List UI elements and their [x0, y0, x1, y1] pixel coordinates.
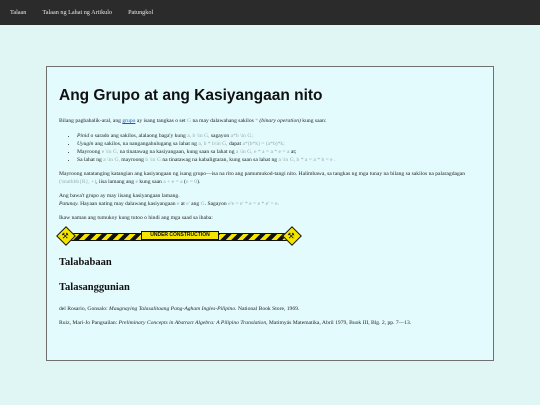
- construction-sign-icon: [282, 225, 302, 246]
- exercise-paragraph: Ikaw naman ang tumukoy kung tutoo o hind…: [59, 215, 213, 222]
- nav-patungkol[interactable]: Patungkol: [128, 9, 153, 16]
- intro-paragraph: Bilang pagbabalik-aral, ang grupo ay isa…: [59, 118, 327, 125]
- under-construction-label: UNDER CONSTRUCTION: [141, 230, 219, 240]
- list-item: Pinid o sarado ang sakilos, alalaong bag…: [77, 132, 481, 140]
- identity-paragraph: Mayroong natatanging katangian ang kasiy…: [59, 171, 466, 186]
- nav-talaan[interactable]: Talaan: [10, 9, 26, 16]
- math-inline: *: [255, 118, 259, 125]
- nav-talaan-ng-lahat[interactable]: Talaan ng Lahat ng Artikulo: [42, 9, 112, 16]
- page-title: Ang Grupo at ang Kasiyangaan nito: [59, 87, 323, 104]
- list-item: Uyugin ang sakilos, na nangangahulugang …: [77, 140, 481, 148]
- construction-sign-icon: [56, 225, 76, 246]
- group-axioms-list: Pinid o sarado ang sakilos, alalaong bag…: [59, 132, 481, 164]
- grupo-link[interactable]: grupo: [122, 118, 135, 124]
- theorem-paragraph: Ang bawa't grupo ay may iisang kasiyanga…: [59, 193, 279, 208]
- list-item: Sa lahat ng a \in G, mayroong b \in G na…: [77, 156, 481, 164]
- heading-talababaan: Talababaan: [59, 256, 112, 268]
- heading-talasanggunian: Talasanggunian: [59, 281, 130, 293]
- reference-item: Ruiz, Mari-Jo Pangsailan: Preliminary Co…: [59, 320, 412, 327]
- reference-item: del Rosario, Gonsalo: Maugnaying Talasal…: [59, 306, 300, 312]
- top-navbar: Talaan Talaan ng Lahat ng Artikulo Patun…: [0, 0, 540, 25]
- article-content: Ang Grupo at ang Kasiyangaan nito Bilang…: [46, 66, 494, 361]
- list-item: Mayroong e \in G, na tinatawag na kasiya…: [77, 148, 481, 156]
- under-construction-banner: UNDER CONSTRUCTION: [56, 225, 302, 246]
